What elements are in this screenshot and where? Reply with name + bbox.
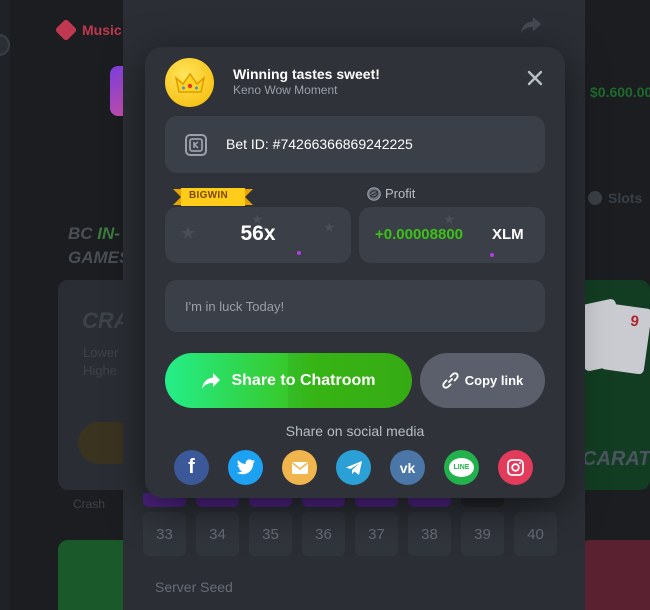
music-link[interactable]: Music bbox=[54, 18, 122, 42]
keno-number-38[interactable]: 38 bbox=[408, 512, 451, 556]
close-icon[interactable] bbox=[525, 68, 545, 88]
profit-amount: +0.00008800 bbox=[375, 226, 464, 243]
profit-currency: XLM bbox=[492, 226, 524, 243]
telegram-icon bbox=[345, 460, 362, 475]
line-icon-label: LINE bbox=[453, 464, 470, 471]
sparkle-dot bbox=[490, 253, 494, 257]
server-seed-label: Server Seed bbox=[155, 579, 233, 595]
share-to-chatroom-label: Share to Chatroom bbox=[231, 371, 376, 389]
twitter-share-button[interactable] bbox=[228, 450, 263, 485]
telegram-share-button[interactable] bbox=[336, 450, 371, 485]
xlm-coin-icon bbox=[367, 186, 381, 201]
share-icon[interactable] bbox=[520, 15, 542, 35]
share-bet-modal: Winning tastes sweet! Keno Wow Moment Be… bbox=[145, 47, 565, 498]
slots-label: Slots bbox=[608, 190, 643, 206]
crown-icon bbox=[174, 72, 205, 93]
modal-subtitle: Keno Wow Moment bbox=[233, 83, 338, 97]
section-heading: BC IN- GAMES bbox=[68, 222, 130, 270]
copy-link-button[interactable]: Copy link bbox=[420, 353, 545, 408]
line-share-button[interactable]: LINE bbox=[444, 450, 479, 485]
playing-card: 9 bbox=[599, 303, 650, 375]
keno-number-33[interactable]: 33 bbox=[143, 512, 186, 556]
facebook-share-button[interactable]: f bbox=[174, 450, 209, 485]
baccarat-brand: CARAT bbox=[582, 448, 650, 470]
link-icon bbox=[442, 372, 459, 389]
heading-prefix: BC bbox=[68, 224, 98, 243]
keno-number-37[interactable]: 37 bbox=[355, 512, 398, 556]
crash-card-line2: Highe bbox=[83, 363, 117, 378]
email-icon bbox=[291, 461, 308, 474]
vk-icon: vk bbox=[399, 459, 416, 476]
heading-line2: GAMES bbox=[68, 248, 131, 267]
instagram-share-button[interactable] bbox=[498, 450, 533, 485]
profit-box: ★ +0.00008800 XLM bbox=[359, 207, 545, 263]
multiplier-box: ★ ★ ★ 56x bbox=[165, 207, 351, 263]
profit-label: Profit bbox=[385, 186, 416, 201]
bigwin-badge-label: BIGWIN bbox=[189, 190, 229, 201]
bet-id-label: Bet ID: #74266366869242225 bbox=[226, 136, 413, 152]
vk-share-button[interactable]: vk bbox=[390, 450, 425, 485]
left-nav-rail bbox=[0, 0, 10, 610]
keno-number-34[interactable]: 34 bbox=[196, 512, 239, 556]
heading-highlight: IN- bbox=[97, 224, 120, 243]
social-share-row: f vk LINE bbox=[174, 450, 533, 485]
keno-number-row: 33 34 35 36 37 38 39 40 bbox=[143, 512, 557, 556]
keno-number-35[interactable]: 35 bbox=[249, 512, 292, 556]
modal-title: Winning tastes sweet! bbox=[233, 66, 380, 82]
instagram-icon bbox=[507, 459, 524, 476]
music-tag-icon bbox=[54, 18, 78, 42]
sparkle-dot bbox=[297, 251, 301, 255]
card-number: 9 bbox=[629, 312, 641, 331]
keno-number-36[interactable]: 36 bbox=[302, 512, 345, 556]
keno-number-40[interactable]: 40 bbox=[514, 512, 557, 556]
facebook-icon: f bbox=[188, 456, 195, 478]
copy-link-label: Copy link bbox=[464, 373, 524, 388]
social-share-heading: Share on social media bbox=[285, 423, 425, 439]
music-label: Music bbox=[82, 22, 122, 38]
share-to-chatroom-button[interactable]: Share to Chatroom bbox=[165, 353, 412, 408]
share-message-input[interactable] bbox=[165, 280, 545, 332]
multiplier-value: 56x bbox=[240, 222, 276, 245]
crash-label: Crash bbox=[73, 497, 106, 511]
keno-game-icon bbox=[185, 134, 207, 156]
slots-link[interactable]: Slots bbox=[588, 190, 642, 206]
bet-id-box: Bet ID: #74266366869242225 bbox=[165, 116, 545, 173]
crash-card-text: Lower Highe bbox=[83, 344, 118, 380]
crown-emoji-icon bbox=[165, 58, 214, 107]
email-share-button[interactable] bbox=[282, 450, 317, 485]
balance-amount: $0.600.00 bbox=[590, 84, 650, 100]
game-card[interactable] bbox=[580, 540, 650, 610]
twitter-icon bbox=[236, 459, 255, 475]
line-icon: LINE bbox=[449, 458, 474, 477]
keno-number-39[interactable]: 39 bbox=[461, 512, 504, 556]
share-arrow-icon bbox=[202, 372, 221, 389]
crash-card-line1: Lower bbox=[83, 345, 119, 360]
profit-label-group: Profit bbox=[367, 186, 415, 201]
slots-icon bbox=[588, 191, 602, 205]
